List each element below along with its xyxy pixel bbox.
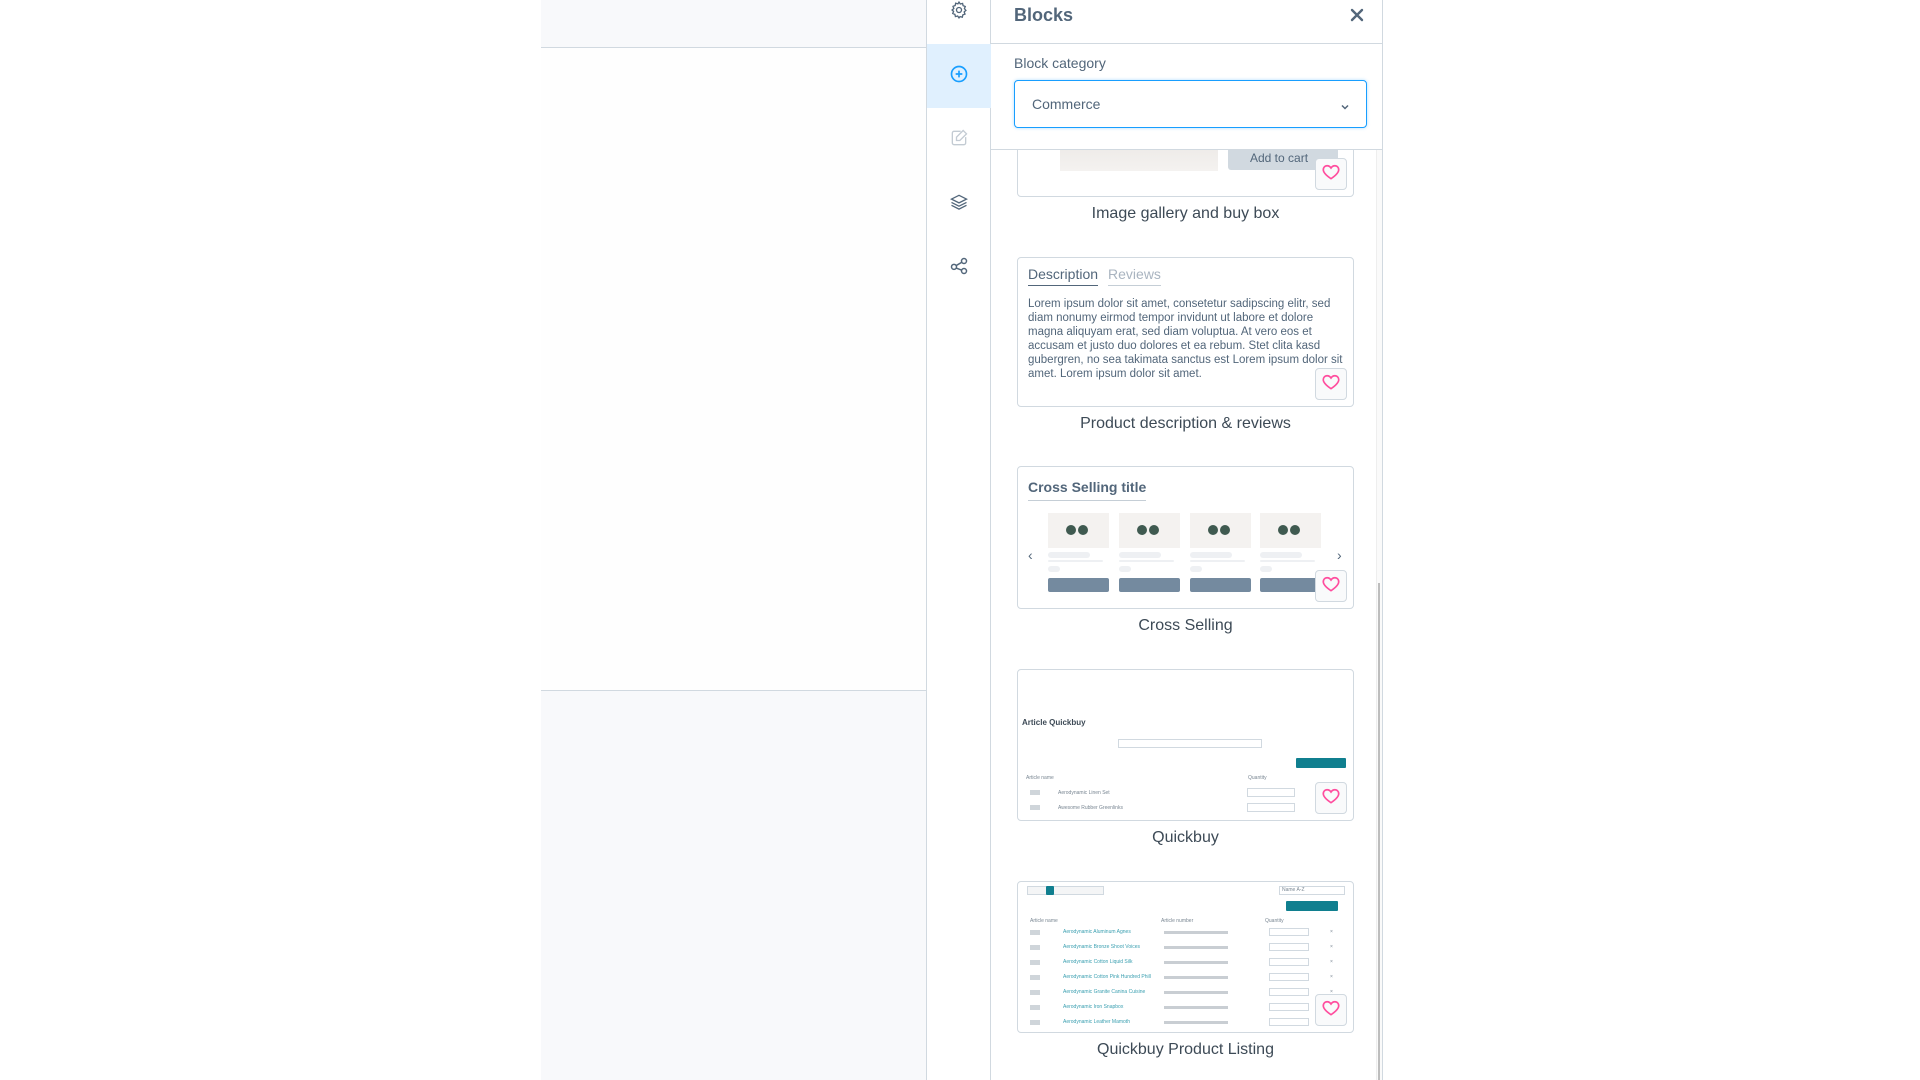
panel-title: Blocks (1014, 5, 1074, 25)
row-name: Awesome Rubber Greenlinks (1058, 805, 1123, 811)
row-name: Aerodynamic Granite Canina Cuisine (1063, 989, 1146, 995)
block-category-select[interactable]: Commerce (1014, 80, 1367, 128)
block-category-value: Commerce (1032, 96, 1101, 112)
sidebar-item-add-blocks[interactable] (927, 44, 991, 108)
pagination-preview (1027, 886, 1104, 895)
sidebar-item-share[interactable] (927, 236, 991, 300)
plus-circle-icon (949, 64, 969, 89)
quantity-input-preview (1269, 928, 1309, 936)
product-preview (1190, 513, 1251, 592)
chevron-right-icon: › (1337, 547, 1342, 563)
block-label: Product description & reviews (1080, 415, 1291, 432)
remove-icon: × (1330, 959, 1333, 965)
canvas-section-header[interactable] (541, 0, 926, 48)
block-card-quickbuy-listing[interactable]: Name A-Z Article name Article number Qua… (1017, 881, 1354, 1033)
block-card-product-description[interactable]: Description Reviews Lorem ipsum dolor si… (1017, 257, 1354, 407)
quantity-input-preview (1269, 988, 1309, 996)
tab-description: Description (1028, 266, 1099, 286)
row-name: Aerodynamic Cotton Liquid Silk (1063, 959, 1133, 965)
share-icon (949, 256, 969, 281)
heart-icon (1321, 786, 1341, 811)
heart-icon (1321, 574, 1341, 599)
sidebar-item-layers[interactable] (927, 172, 991, 236)
page-canvas (541, 0, 926, 1080)
quickbuy-search-preview (1118, 739, 1262, 748)
product-preview (1119, 513, 1180, 592)
preview-tabs: Description Reviews (1028, 266, 1161, 286)
blocks-list: Add to cart Image gallery and buy box De… (991, 149, 1382, 1080)
tab-reviews: Reviews (1108, 266, 1161, 286)
scrollbar-thumb[interactable] (1378, 583, 1380, 1080)
quantity-input-preview (1269, 958, 1309, 966)
favorite-button[interactable] (1315, 994, 1347, 1026)
block-category-label: Block category (1014, 55, 1106, 71)
editor-sidebar (926, 0, 991, 1080)
blocks-panel: Blocks Block category Commerce Add to ca… (991, 0, 1383, 1080)
quantity-input-preview (1269, 1018, 1309, 1026)
sidebar-item-edit[interactable] (927, 108, 991, 172)
row-name: Aerodynamic Linen Set (1058, 790, 1110, 796)
chevron-left-icon: ‹ (1028, 547, 1033, 563)
block-card-quickbuy[interactable]: Article Quickbuy Article name Quantity A… (1017, 669, 1354, 821)
canvas-section-footer[interactable] (541, 690, 926, 1080)
block-card-cross-selling[interactable]: Cross Selling title ‹ › (1017, 466, 1354, 609)
close-button[interactable] (1346, 6, 1368, 28)
block-label: Image gallery and buy box (1091, 205, 1280, 222)
col-article-name: Article name (1026, 775, 1054, 781)
cross-selling-title: Cross Selling title (1028, 479, 1147, 501)
block-label: Cross Selling (1138, 617, 1233, 634)
favorite-button[interactable] (1315, 570, 1347, 602)
remove-icon: × (1330, 929, 1333, 935)
heart-icon (1321, 998, 1341, 1023)
quantity-input-preview (1269, 1003, 1309, 1011)
heart-icon (1321, 372, 1341, 397)
favorite-button[interactable] (1315, 158, 1347, 190)
row-name: Aerodynamic Leather Mamoth (1063, 1019, 1130, 1025)
product-preview (1260, 513, 1321, 592)
description-text: Lorem ipsum dolor sit amet, consetetur s… (1028, 298, 1343, 380)
add-all-button-preview (1286, 901, 1338, 911)
layers-icon (949, 192, 969, 217)
heart-icon (1321, 162, 1341, 187)
edit-icon (949, 128, 969, 153)
row-name: Aerodynamic Cotton Pink Hundred Phill (1063, 974, 1151, 980)
chevron-down-icon (1340, 99, 1350, 110)
block-card-image-gallery[interactable]: Add to cart (1017, 150, 1354, 197)
favorite-button[interactable] (1315, 782, 1347, 814)
close-icon (1350, 8, 1364, 27)
quantity-input-preview (1269, 943, 1309, 951)
block-label: Quickbuy Product Listing (1097, 1041, 1274, 1058)
gear-icon (949, 0, 969, 25)
remove-icon: × (1330, 974, 1333, 980)
canvas-section-content[interactable] (541, 48, 926, 690)
col-quantity: Quantity (1248, 775, 1267, 781)
panel-header: Blocks (991, 0, 1382, 44)
product-preview (1048, 513, 1109, 592)
quickbuy-title: Article Quickbuy (1022, 718, 1086, 727)
gallery-image-preview (1060, 150, 1218, 171)
quantity-input-preview (1269, 973, 1309, 981)
row-name: Aerodynamic Bronze Shoot Voices (1063, 944, 1140, 950)
add-all-button-preview (1296, 758, 1346, 768)
sidebar-item-settings[interactable] (927, 0, 991, 44)
favorite-button[interactable] (1315, 368, 1347, 400)
row-name: Aerodynamic Aluminum Agnes (1063, 929, 1131, 935)
block-label: Quickbuy (1152, 829, 1219, 846)
row-name: Aerodynamic Iron Snapbox (1063, 1004, 1124, 1010)
remove-icon: × (1330, 944, 1333, 950)
